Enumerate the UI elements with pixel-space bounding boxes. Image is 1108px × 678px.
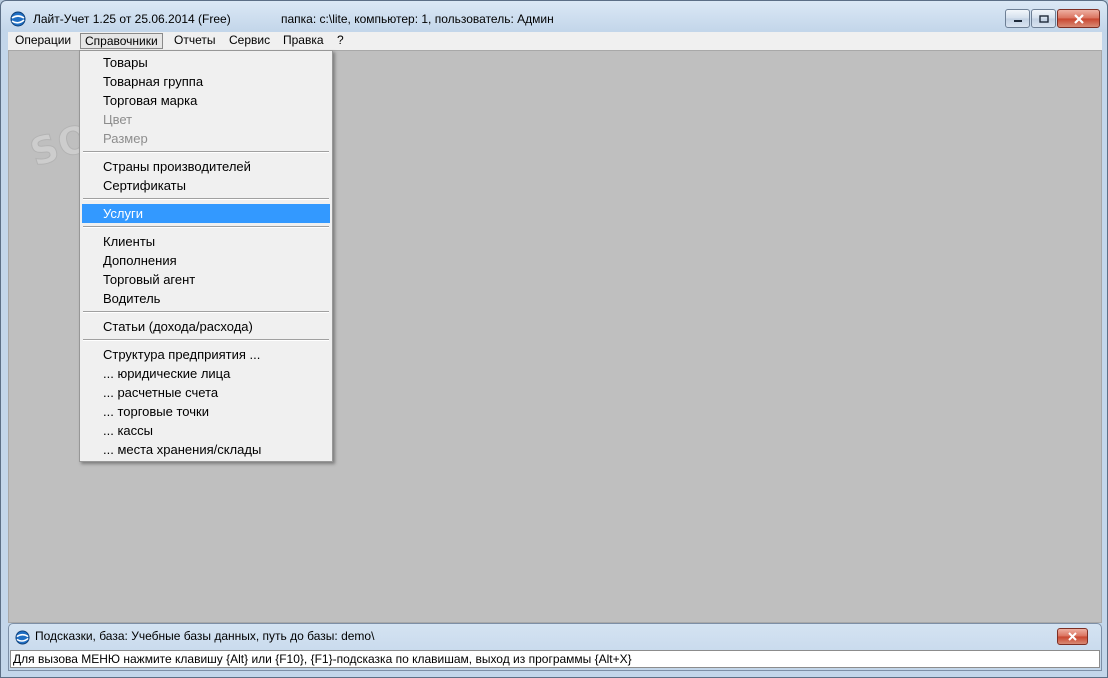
window-info: папка: c:\lite, компьютер: 1, пользовате… [281, 12, 554, 26]
dropdown-item-cash-desks[interactable]: ... кассы [82, 421, 330, 440]
maximize-icon [1038, 14, 1049, 23]
dropdown-item-clients[interactable]: Клиенты [82, 232, 330, 251]
menu-service[interactable]: Сервис [225, 33, 274, 49]
dropdown-item-sales-agent[interactable]: Торговый агент [82, 270, 330, 289]
dropdown-item-driver[interactable]: Водитель [82, 289, 330, 308]
close-button[interactable] [1057, 9, 1100, 28]
dropdown-item-countries[interactable]: Страны производителей [82, 157, 330, 176]
menu-help[interactable]: ? [333, 33, 348, 49]
hint-panel-title: Подсказки, база: Учебные базы данных, пу… [35, 629, 375, 643]
dropdown-item-services[interactable]: Услуги [82, 204, 330, 223]
dropdown-item-additions[interactable]: Дополнения [82, 251, 330, 270]
main-window: Лайт-Учет 1.25 от 25.06.2014 (Free) папк… [0, 0, 1108, 678]
dropdown-item-trademark[interactable]: Торговая марка [82, 91, 330, 110]
status-hint-bar: Для вызова МЕНЮ нажмите клавишу {Alt} ил… [10, 650, 1100, 668]
dropdown-item-enterprise-structure[interactable]: Структура предприятия ... [82, 345, 330, 364]
dropdown-item-bank-accounts[interactable]: ... расчетные счета [82, 383, 330, 402]
dropdown-item-sales-points[interactable]: ... торговые точки [82, 402, 330, 421]
menu-references[interactable]: Справочники [80, 33, 163, 49]
title-bar[interactable]: Лайт-Учет 1.25 от 25.06.2014 (Free) папк… [1, 1, 1107, 33]
menu-separator [83, 198, 329, 200]
menu-edit[interactable]: Правка [279, 33, 328, 49]
window-title: Лайт-Учет 1.25 от 25.06.2014 (Free) [33, 12, 231, 26]
references-dropdown-menu: Товары Товарная группа Торговая марка Цв… [79, 50, 333, 462]
menu-separator [83, 339, 329, 341]
dropdown-item-product-group[interactable]: Товарная группа [82, 72, 330, 91]
globe-icon [10, 11, 26, 27]
menu-separator [83, 226, 329, 228]
menu-bar: Операции Справочники Отчеты Сервис Правк… [8, 32, 1102, 50]
close-icon [1068, 632, 1077, 641]
menu-reports[interactable]: Отчеты [170, 33, 219, 49]
hint-close-button[interactable] [1057, 628, 1088, 645]
menu-operations[interactable]: Операции [11, 33, 75, 49]
dropdown-item-size: Размер [103, 131, 148, 146]
window-controls [1005, 9, 1100, 28]
hint-panel: Подсказки, база: Учебные базы данных, пу… [8, 623, 1102, 671]
close-icon [1073, 13, 1084, 24]
minimize-icon [1013, 19, 1022, 22]
dropdown-item-goods[interactable]: Товары [82, 53, 330, 72]
dropdown-item-legal-entities[interactable]: ... юридические лица [82, 364, 330, 383]
dropdown-item-color: Цвет [103, 112, 133, 127]
minimize-button[interactable] [1005, 9, 1030, 28]
menu-separator [83, 311, 329, 313]
dropdown-item-income-expense-items[interactable]: Статьи (дохода/расхода) [82, 317, 330, 336]
maximize-button[interactable] [1031, 9, 1056, 28]
globe-icon [15, 630, 30, 645]
menu-separator [83, 151, 329, 153]
dropdown-item-certificates[interactable]: Сертификаты [82, 176, 330, 195]
dropdown-item-warehouses[interactable]: ... места хранения/склады [82, 440, 330, 459]
